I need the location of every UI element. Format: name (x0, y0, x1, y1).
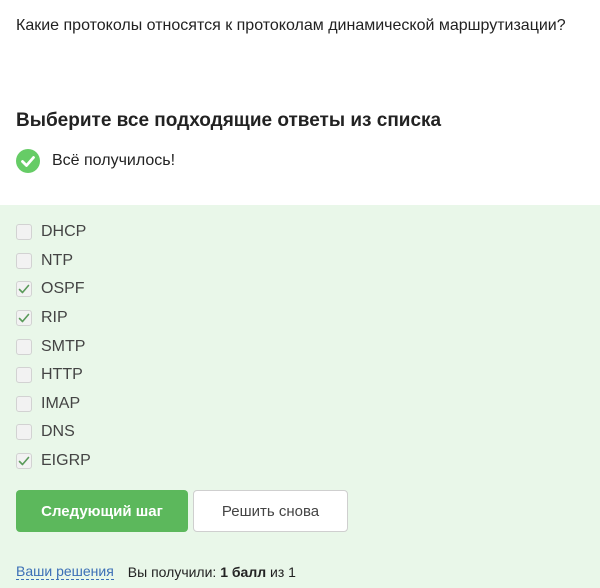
checkmark-icon (18, 313, 30, 323)
checkbox[interactable] (16, 224, 32, 240)
option-rip[interactable]: RIP (16, 308, 68, 328)
checkbox[interactable] (16, 253, 32, 269)
score-value: 1 балл (220, 563, 267, 580)
checkbox[interactable] (16, 424, 32, 440)
score-suffix: из 1 (266, 563, 296, 580)
question-text: Какие протоколы относятся к протоколам д… (16, 17, 566, 34)
option-ospf[interactable]: OSPF (16, 279, 85, 299)
checkbox[interactable] (16, 367, 32, 383)
next-step-button[interactable]: Следующий шаг (16, 490, 188, 532)
option-label: RIP (41, 309, 68, 326)
solve-again-button[interactable]: Решить снова (193, 490, 348, 532)
checkmark-icon (18, 456, 30, 466)
option-label: DHCP (41, 223, 87, 240)
option-eigrp[interactable]: EIGRP (16, 451, 91, 471)
option-dns[interactable]: DNS (16, 422, 75, 442)
checkmark-icon (18, 284, 30, 294)
score-text: Вы получили: 1 балл из 1 (128, 564, 296, 580)
option-ntp[interactable]: NTP (16, 251, 73, 271)
your-solutions-link[interactable]: Ваши решения (16, 563, 114, 580)
option-label: DNS (41, 423, 75, 440)
option-http[interactable]: HTTP (16, 365, 83, 385)
checkbox-checked[interactable] (16, 453, 32, 469)
checkbox[interactable] (16, 339, 32, 355)
score-prefix: Вы получили: (127, 563, 221, 580)
option-label: OSPF (41, 280, 85, 297)
checkbox-checked[interactable] (16, 310, 32, 326)
status-text: Всё получилось! (52, 152, 176, 169)
option-label: HTTP (41, 366, 83, 383)
option-label: IMAP (41, 395, 81, 412)
instruction-heading: Выберите все подходящие ответы из списка (16, 110, 442, 131)
check-circle-icon (16, 149, 40, 173)
option-imap[interactable]: IMAP (16, 394, 80, 414)
footer: Ваши решения Вы получили: 1 балл из 1 (16, 563, 296, 580)
checkbox[interactable] (16, 396, 32, 412)
checkbox-checked[interactable] (16, 281, 32, 297)
status-message: Всё получилось! (16, 149, 175, 173)
option-label: SMTP (41, 338, 86, 355)
option-smtp[interactable]: SMTP (16, 337, 85, 357)
option-label: NTP (41, 252, 73, 269)
option-dhcp[interactable]: DHCP (16, 222, 86, 242)
option-label: EIGRP (41, 452, 91, 469)
quiz-page: Какие протоколы относятся к протоколам д… (0, 0, 600, 588)
